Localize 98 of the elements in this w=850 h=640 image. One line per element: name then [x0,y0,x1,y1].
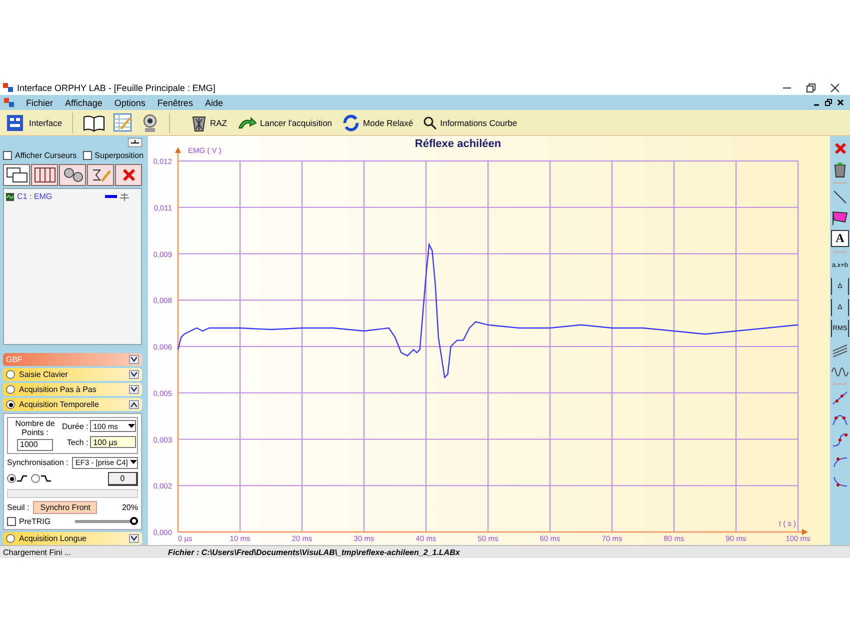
chevron-icon [131,387,137,392]
checkbox[interactable]: Superposition [82,151,144,160]
window-title: Interface ORPHY LAB - [Feuille Principale : EMG] [17,82,216,92]
section-title: Acquisition Pas à Pas [19,385,98,394]
flag-icon [831,210,849,226]
menu-item[interactable]: Aide [204,98,223,108]
threshold-label: Synchro Front [33,500,98,514]
collapse-icon[interactable] [129,400,139,410]
restore-icon [806,82,816,92]
menu-item[interactable]: Fenêtres [157,98,193,108]
expand-icon[interactable] [129,355,139,364]
tech-field[interactable]: 100 µs [90,436,136,448]
chevron-icon [131,402,137,408]
field-label: Tech : [66,438,88,447]
delete-icon [122,168,136,182]
chevron-icon [131,357,137,362]
percent-text: 20% [122,502,138,512]
refresh-icon [342,114,360,132]
hatch-icon [832,342,848,356]
toolbar-button[interactable]: Informations Courbe [421,112,520,134]
points-field[interactable]: 1000 [17,438,53,451]
curve-fit-icon [832,432,848,446]
expand-icon[interactable] [129,370,139,380]
radio-button[interactable] [6,385,15,394]
book-icon [83,114,106,132]
radio-button[interactable] [6,370,15,380]
radio-button[interactable] [6,400,15,410]
close-icon [830,82,840,92]
line-fit-button[interactable] [831,389,849,406]
checkbox[interactable]: PreTRIG [7,516,51,526]
text-tool-button[interactable]: A [831,230,849,247]
field-label: Synchronisation : [7,458,68,468]
menu-item[interactable]: Fichier [26,98,54,108]
checkbox[interactable]: Afficher Curseurs [3,151,77,160]
delete-button[interactable] [115,164,142,186]
field-label: Seuil : [7,502,30,512]
menu-item[interactable]: Affichage [65,98,102,108]
radio-button[interactable] [6,534,15,543]
curve-icon [6,192,14,201]
interface-button[interactable]: Interface [4,112,64,134]
curved-arrow-icon [237,116,257,130]
file-path: Fichier : C:\Users\Fred\Documents\VisuLAB\_tmp\reflexe-achileen_2_1.LABx [168,548,460,556]
trash-icon [833,162,847,178]
caret-icon [130,460,137,466]
windows-button[interactable] [3,164,30,186]
columns-button[interactable] [31,164,58,186]
gears-button[interactable] [59,164,86,186]
scroll-bar[interactable] [7,488,138,498]
section-header[interactable]: Saisie Clavier [3,368,142,382]
section-header[interactable]: Acquisition Pas à Pas [3,383,142,396]
trash-icon [191,114,207,132]
radio-button[interactable] [7,474,16,484]
section-title: GBF [6,355,24,364]
rising-edge-icon [17,475,27,482]
section-header[interactable]: Acquisition Temporelle [3,398,142,412]
gears-icon [62,167,84,184]
flag-button[interactable] [831,209,849,226]
curve-item[interactable]: C1 : EMG [6,191,139,202]
counter-button[interactable]: 0 [108,472,138,486]
toolbar-button[interactable]: Lancer l'acquisition [235,112,334,134]
field-label: Nombre de Points : [14,420,56,438]
falling-edge-icon [41,475,51,482]
app-icon [3,83,13,92]
chevron-icon [131,536,137,541]
delete-icon [834,142,846,155]
interface-icon [6,112,26,132]
formula-button[interactable] [87,164,114,186]
chart-title: Réflexe achiléen [414,138,502,150]
section-header[interactable]: Acquisition Longue [3,532,142,545]
line-icon [832,188,848,204]
menu-item[interactable]: Options [114,98,146,108]
axis-marker-icon [120,192,130,202]
status-message: Chargement Fini ... [3,548,72,556]
line-fit-icon [832,390,848,404]
curve-fit-button[interactable] [831,431,849,448]
columns-icon [34,167,56,184]
restore-icon [825,99,832,106]
section-title: Saisie Clavier [19,370,69,380]
section-title: Acquisition Temporelle [19,400,100,410]
tangent-icon [832,474,848,488]
expand-icon[interactable] [129,385,139,394]
field-label: Durée : [62,422,88,431]
pin-icon [128,138,142,147]
line-tool-button[interactable] [831,188,849,205]
radio-button[interactable] [31,474,40,484]
search-icon [423,116,438,130]
caret-icon [128,424,136,429]
webcam-icon [141,112,160,132]
section-title: Acquisition Longue [19,534,88,543]
toolbar-button[interactable]: Mode Relaxé [340,112,416,134]
slider-thumb[interactable] [130,516,138,525]
chevron-icon [131,372,137,378]
toolbar-button[interactable]: RAZ [189,112,229,134]
expand-icon[interactable] [129,534,139,543]
notepad-icon [113,112,134,132]
windows-icon [6,167,28,184]
app-icon [4,98,14,107]
close-icon [837,99,844,106]
